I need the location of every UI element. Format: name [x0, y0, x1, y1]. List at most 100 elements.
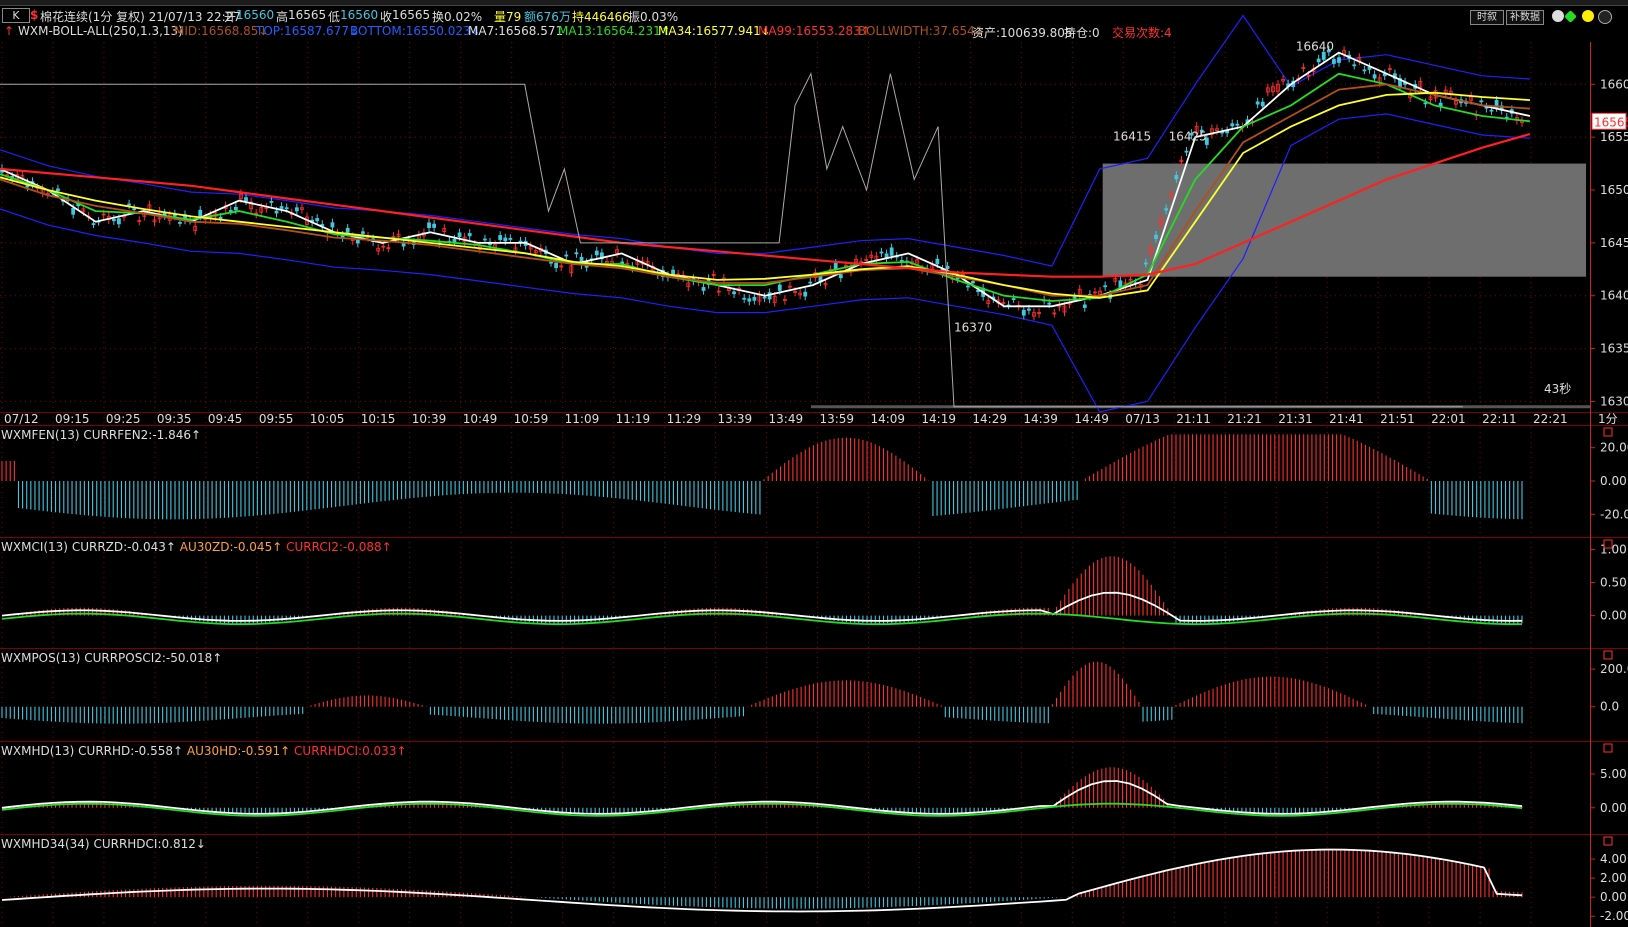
sub-tick-label: 4.00: [1600, 852, 1627, 866]
peak-label: 16640: [1296, 39, 1334, 53]
candle-body: [1332, 59, 1336, 64]
sub-tick-label: 0.50: [1600, 576, 1627, 590]
chart-canvas[interactable]: 16600 16550 16500 16450 16400 16350 16300 07/12…: [0, 0, 1628, 927]
panel-hd-value2: AU30HD:-0.591↑: [186, 744, 291, 758]
candle-body: [1174, 175, 1179, 180]
candle-body: [127, 203, 131, 206]
candle-body: [803, 291, 808, 297]
candle-body: [284, 207, 289, 210]
panel-ci-header: WXMCI(13) CURRZD:-0.043↑ AU30ZD:-0.045↑ …: [1, 540, 392, 554]
candle-body: [554, 262, 559, 269]
candle-body: [732, 291, 736, 295]
time-tick-label: 14:29: [972, 412, 1007, 426]
panel-close-icon: [1603, 743, 1613, 753]
candle-body: [467, 233, 472, 237]
hd-line: [1, 780, 1523, 815]
sub-tick-label: -20.00: [1600, 507, 1628, 521]
time-tick-label: 14:39: [1023, 412, 1058, 426]
time-tick-label: 21:21: [1227, 412, 1262, 426]
candle-body: [1026, 308, 1031, 311]
candle-body: [752, 296, 757, 301]
panel-fen-header: WXMFEN(13) CURRFEN2:-1.846↑: [1, 428, 201, 442]
time-tick-label: 10:15: [361, 412, 396, 426]
candle-body: [508, 238, 513, 240]
candle-body: [1255, 101, 1260, 105]
candle-body: [294, 207, 299, 212]
candle-body: [965, 285, 970, 288]
candle-body: [233, 206, 238, 211]
candle-body: [330, 222, 335, 228]
panel-fen-name: WXMFEN(13): [1, 428, 80, 442]
low-label-2: 16425: [1169, 129, 1207, 143]
candle-body: [1372, 74, 1377, 79]
candle-body: [1479, 100, 1484, 103]
candle-body: [132, 208, 137, 210]
panel-pos-name: WXMPOS(13): [1, 651, 81, 665]
candle-body: [838, 274, 843, 279]
time-tick-label: 09:45: [208, 412, 243, 426]
panel-ci-name: WXMCI(13): [1, 540, 68, 554]
time-tick-label: 10:59: [514, 412, 549, 426]
time-tick-label: 22:11: [1482, 412, 1517, 426]
time-tick-label: 22:21: [1533, 412, 1568, 426]
time-tick-label: 13:59: [819, 412, 854, 426]
candle-body: [1230, 123, 1235, 127]
candle-body: [879, 251, 884, 254]
sub-tick-label: 0.00: [1600, 609, 1627, 623]
candle-body: [1154, 234, 1158, 239]
candle-body: [361, 231, 365, 234]
price-tick-label: 16350: [1600, 342, 1628, 356]
time-tick-label: 07/13: [1125, 412, 1160, 426]
candle-body: [1082, 304, 1087, 308]
candle-body: [427, 222, 431, 229]
candle-body: [833, 262, 838, 270]
candle-body: [594, 250, 599, 256]
candle-body: [71, 208, 76, 215]
sub-tick-label: 0.00: [1600, 890, 1627, 904]
candle-body: [315, 218, 320, 222]
sub-tick-label: 200.0: [1600, 662, 1628, 676]
candle-body: [1352, 64, 1357, 67]
price-tick-label: 16300: [1600, 394, 1628, 408]
time-tick-label: 07/12: [4, 412, 39, 426]
panel-fen-value: CURRFEN2:-1.846↑: [83, 428, 202, 442]
period-label: 1分: [1598, 412, 1618, 426]
candle-body: [111, 218, 116, 222]
candle-body: [279, 206, 284, 209]
candle-body: [228, 210, 233, 212]
sub-tick-label: 0.0: [1600, 700, 1619, 714]
time-tick-label: 09:25: [106, 412, 141, 426]
candle-body: [345, 227, 350, 233]
candle-body: [218, 216, 223, 219]
sub-tick-label: 20.00: [1600, 441, 1628, 455]
sub-tick-label: 0.00: [1600, 801, 1627, 815]
panel-pos-value: CURRPOSCI2:-50.018↑: [84, 651, 223, 665]
candle-body: [762, 296, 767, 299]
time-tick-label: 13:49: [769, 412, 804, 426]
candle-body: [457, 232, 462, 237]
panel-hd34-header: WXMHD34(34) CURRHDCI:0.812↓: [1, 837, 206, 851]
candle-body: [1118, 280, 1123, 288]
time-tick-label: 22:01: [1431, 412, 1466, 426]
candle-body: [274, 210, 279, 214]
time-tick-label: 11:09: [565, 412, 600, 426]
candle-body: [1184, 150, 1189, 153]
sub-tick-label: -2.00: [1600, 909, 1628, 923]
candle-body: [56, 188, 60, 192]
panel-hd-value1: CURRHD:-0.558↑: [78, 744, 184, 758]
candle-body: [1489, 109, 1494, 112]
candle-body: [1143, 262, 1148, 265]
candle-body: [498, 235, 503, 240]
price-tick-label: 16500: [1600, 183, 1628, 197]
candle-body: [1021, 309, 1026, 316]
trough-label: 16370: [954, 321, 992, 335]
candle-body: [701, 287, 706, 291]
ci-green-line: [1, 612, 1523, 626]
price-tick-label: 16400: [1600, 289, 1628, 303]
candle-body: [269, 201, 274, 203]
sub-tick-label: 0.00: [1600, 474, 1627, 488]
panel-hd-value3: CURRHDCI:0.033↑: [294, 744, 407, 758]
price-tick-label: 16600: [1600, 77, 1628, 91]
candle-body: [889, 247, 894, 256]
panel-close-icon: [1603, 836, 1613, 846]
